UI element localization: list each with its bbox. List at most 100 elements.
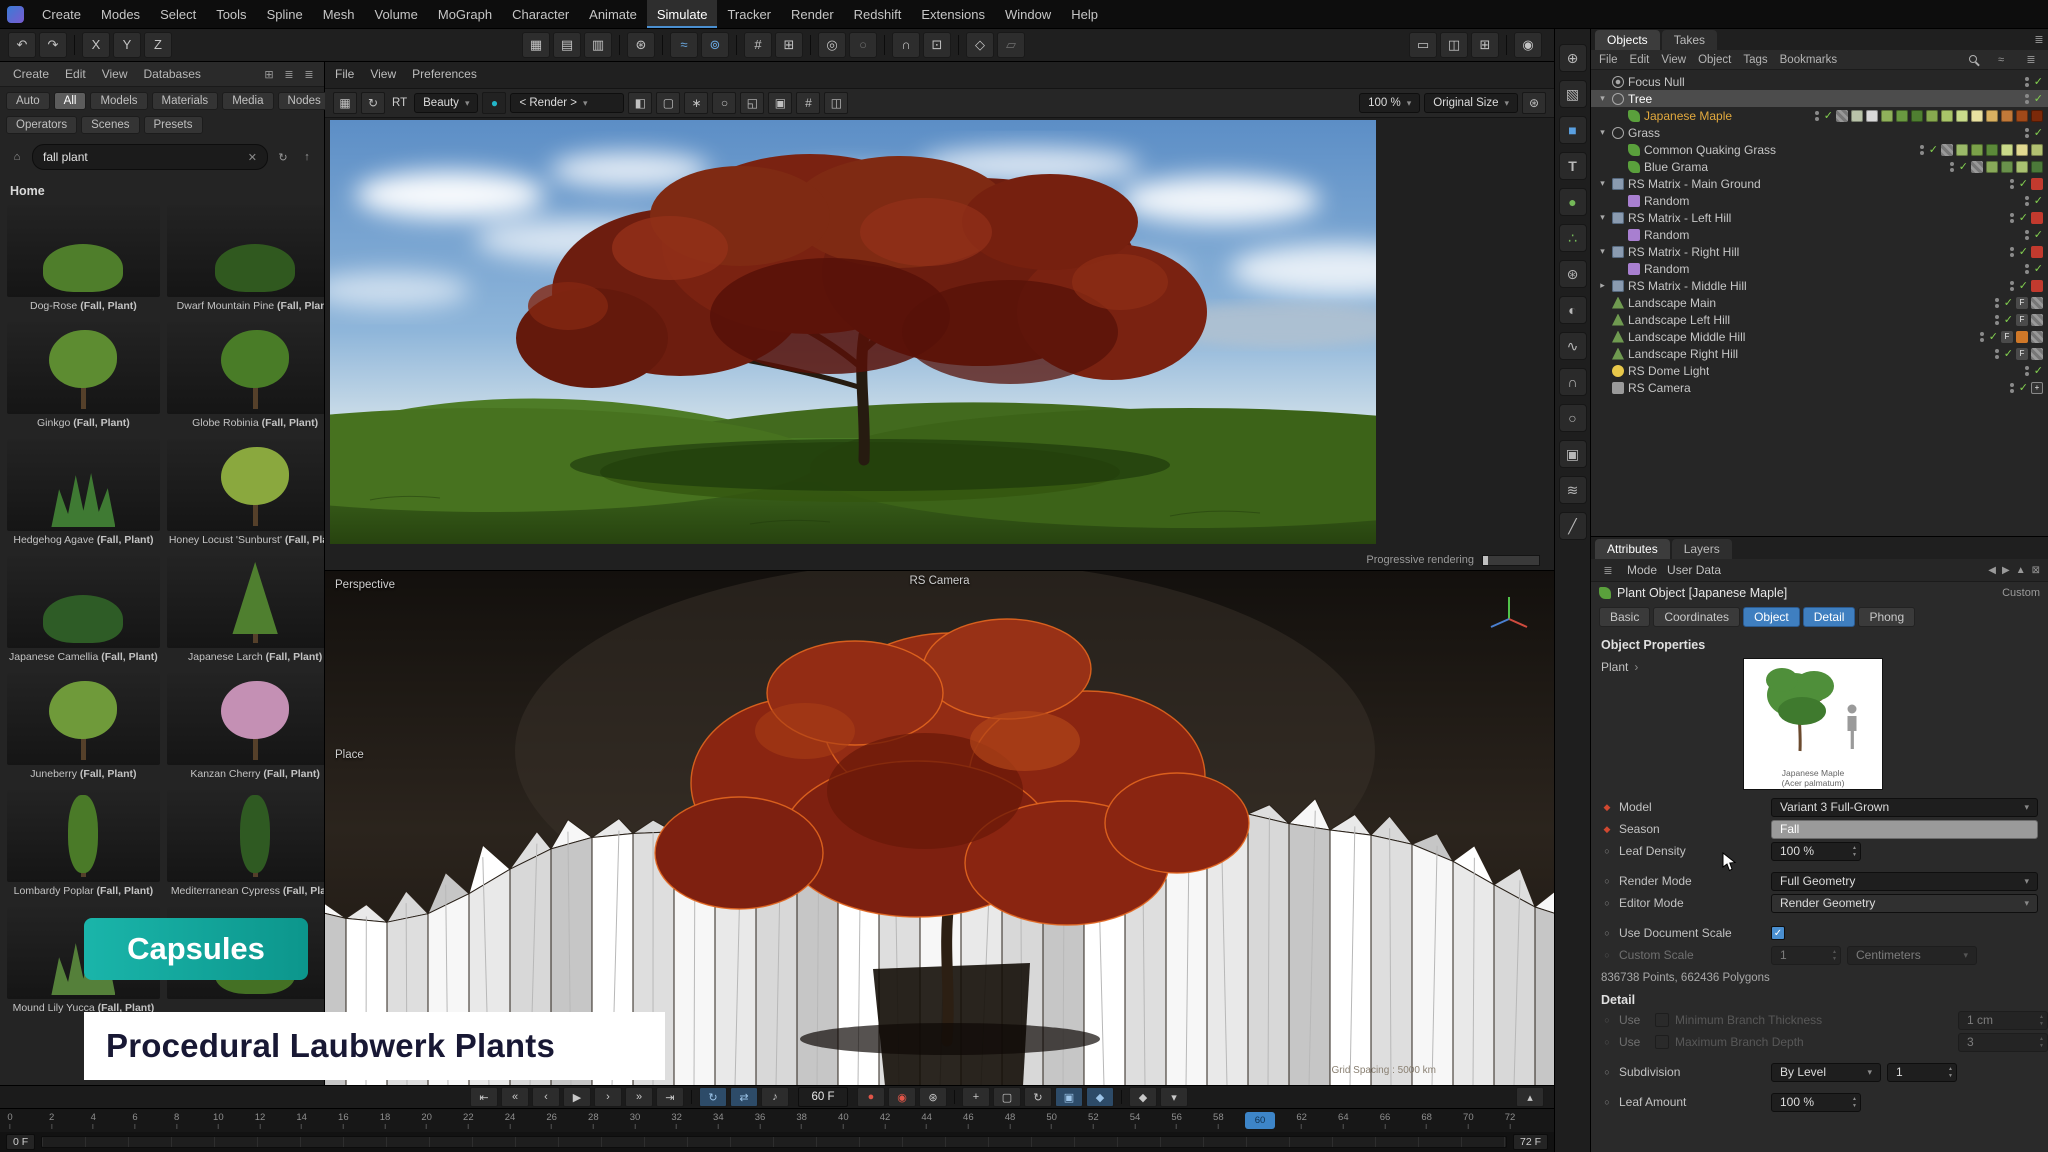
timeline-tick[interactable]: 28 [588, 1112, 599, 1129]
enabled-check-icon[interactable]: ✓ [1989, 330, 1998, 343]
menu-redshift[interactable]: Redshift [844, 0, 912, 28]
min-branch-field[interactable]: 1 cm [1958, 1011, 2048, 1030]
undo-icon[interactable]: ↶ [8, 32, 36, 58]
menu-render[interactable]: Render [781, 0, 844, 28]
material-swatch[interactable] [1866, 110, 1878, 122]
pip-icon[interactable]: ◫ [824, 92, 848, 114]
search-input[interactable]: fall plant ✕ [32, 144, 268, 170]
attr-tab-layers[interactable]: Layers [1672, 539, 1732, 559]
visibility-dots[interactable] [2025, 196, 2029, 206]
menu-mesh[interactable]: Mesh [313, 0, 365, 28]
magnet-icon[interactable]: ∩ [1559, 368, 1587, 396]
max-branch-field[interactable]: 3 [1958, 1033, 2048, 1052]
enabled-check-icon[interactable]: ✓ [2019, 245, 2028, 258]
visibility-dots[interactable] [1995, 349, 1999, 359]
snap-settings-icon[interactable]: ⊡ [923, 32, 951, 58]
category-presets[interactable]: Presets [144, 116, 203, 134]
expander-icon[interactable]: ▸ [1597, 280, 1608, 291]
pla-key-icon[interactable]: ◆ [1086, 1087, 1114, 1107]
clear-search-icon[interactable]: ✕ [248, 151, 257, 164]
timeline-tick[interactable]: 18 [380, 1112, 391, 1129]
material-swatch[interactable] [1971, 144, 1983, 156]
pass-dropdown[interactable]: Beauty▾ [414, 93, 478, 113]
enabled-check-icon[interactable]: ✓ [2019, 211, 2028, 224]
timeline-tick[interactable]: 30 [630, 1112, 641, 1129]
render-view-menu-preferences[interactable]: Preferences [412, 67, 477, 81]
plant-item-kanzan-cherry[interactable]: Kanzan Cherry (Fall, Plant) [166, 672, 324, 784]
season-control[interactable]: Fall [1771, 820, 2038, 839]
visibility-dots[interactable] [1950, 162, 1954, 172]
timeline-tick[interactable]: 10 [213, 1112, 224, 1129]
enabled-check-icon[interactable]: ✓ [2004, 347, 2013, 360]
visibility-dots[interactable] [2010, 383, 2014, 393]
om-menu-object[interactable]: Object [1698, 54, 1731, 66]
redcube-tag-icon[interactable] [2031, 178, 2043, 190]
object-row-tree[interactable]: ▾Tree✓ [1591, 90, 2048, 107]
attr-tab-attributes[interactable]: Attributes [1595, 539, 1670, 559]
snap-icon[interactable]: ∩ [892, 32, 920, 58]
enabled-check-icon[interactable]: ✓ [2034, 75, 2043, 88]
key-icon[interactable]: ◆ [1601, 824, 1613, 835]
timeline-tick[interactable]: 46 [963, 1112, 974, 1129]
category-operators[interactable]: Operators [6, 116, 77, 134]
content-icon[interactable]: ◉ [1514, 32, 1542, 58]
filter-tool-icon[interactable]: ≋ [1559, 476, 1587, 504]
enabled-check-icon[interactable]: ✓ [2019, 279, 2028, 292]
object-row-landscape-main[interactable]: Landscape Main✓F [1591, 294, 2048, 311]
simulate-play-icon[interactable]: ≈ [670, 32, 698, 58]
F-tag-icon[interactable]: F [2016, 348, 2028, 360]
timeline-tick[interactable]: 16 [338, 1112, 349, 1129]
perspective-viewport[interactable]: Perspective RS Camera Place Grid Spacing… [325, 570, 1554, 1086]
enabled-check-icon[interactable]: ✓ [1929, 143, 1938, 156]
upload-icon[interactable]: ↑ [298, 149, 316, 165]
subdivision-dropdown[interactable]: By Level▾ [1771, 1063, 1881, 1082]
plant-item-ginkgo[interactable]: Ginkgo (Fall, Plant) [6, 321, 161, 433]
rot-key-icon[interactable]: ↻ [1024, 1087, 1052, 1107]
menu-extensions[interactable]: Extensions [911, 0, 995, 28]
timeline-tick[interactable]: 44 [921, 1112, 932, 1129]
min-branch-checkbox[interactable] [1655, 1013, 1669, 1027]
field-off-icon[interactable]: ○ [849, 32, 877, 58]
filter-all[interactable]: All [54, 92, 87, 110]
view-label[interactable]: Perspective [335, 579, 395, 591]
next-frame-icon[interactable]: › [594, 1087, 622, 1107]
render-all-icon[interactable]: ▤ [553, 32, 581, 58]
object-row-rs-camera[interactable]: RS Camera✓+ [1591, 379, 2048, 396]
sync-icon[interactable]: ↻ [274, 149, 292, 165]
tex-tag-icon[interactable] [1941, 144, 1953, 156]
range-end-field[interactable]: 72 F [1513, 1134, 1548, 1150]
prev-frame-icon[interactable]: ‹ [532, 1087, 560, 1107]
camera-label[interactable]: RS Camera [909, 575, 969, 587]
material-swatch[interactable] [2016, 110, 2028, 122]
menu-animate[interactable]: Animate [579, 0, 647, 28]
tex-tag-icon[interactable] [2031, 331, 2043, 343]
object-row-rs-matrix-main-ground[interactable]: ▾RS Matrix - Main Ground✓ [1591, 175, 2048, 192]
cluster-tool-icon[interactable]: ∴ [1559, 224, 1587, 252]
marker-icon[interactable]: ▾ [1160, 1087, 1188, 1107]
enabled-check-icon[interactable]: ✓ [2034, 194, 2043, 207]
timeline-tick[interactable]: 24 [505, 1112, 516, 1129]
menu-character[interactable]: Character [502, 0, 579, 28]
redcube-tag-icon[interactable] [2031, 212, 2043, 224]
rendered-image[interactable] [330, 120, 1376, 544]
object-row-random[interactable]: Random✓ [1591, 192, 2048, 209]
model-dropdown[interactable]: Variant 3 Full-Grown▾ [1771, 798, 2038, 817]
timeline-tick[interactable]: 20 [421, 1112, 432, 1129]
scale-key-icon[interactable]: ▢ [993, 1087, 1021, 1107]
section-tab-coordinates[interactable]: Coordinates [1653, 607, 1740, 627]
visibility-dots[interactable] [1920, 145, 1924, 155]
object-row-blue-grama[interactable]: Blue Grama✓ [1591, 158, 2048, 175]
camera-tool-icon[interactable]: ▣ [1559, 440, 1587, 468]
filter-auto[interactable]: Auto [6, 92, 50, 110]
back-icon[interactable]: ◀ [1988, 565, 1996, 576]
rs-dot-icon[interactable]: ● [482, 92, 506, 114]
timeline-tick[interactable]: 14 [296, 1112, 307, 1129]
text-tool-icon[interactable]: T [1559, 152, 1587, 180]
timeline-tick[interactable]: 52 [1088, 1112, 1099, 1129]
visibility-dots[interactable] [1815, 111, 1819, 121]
material-swatch[interactable] [2001, 144, 2013, 156]
circle-tool-icon[interactable]: ○ [1559, 404, 1587, 432]
plant-item-juneberry[interactable]: Juneberry (Fall, Plant) [6, 672, 161, 784]
plant-item-japanese-larch[interactable]: Japanese Larch (Fall, Plant) [166, 555, 324, 667]
plant-item-dog-rose[interactable]: Dog-Rose (Fall, Plant) [6, 204, 161, 316]
